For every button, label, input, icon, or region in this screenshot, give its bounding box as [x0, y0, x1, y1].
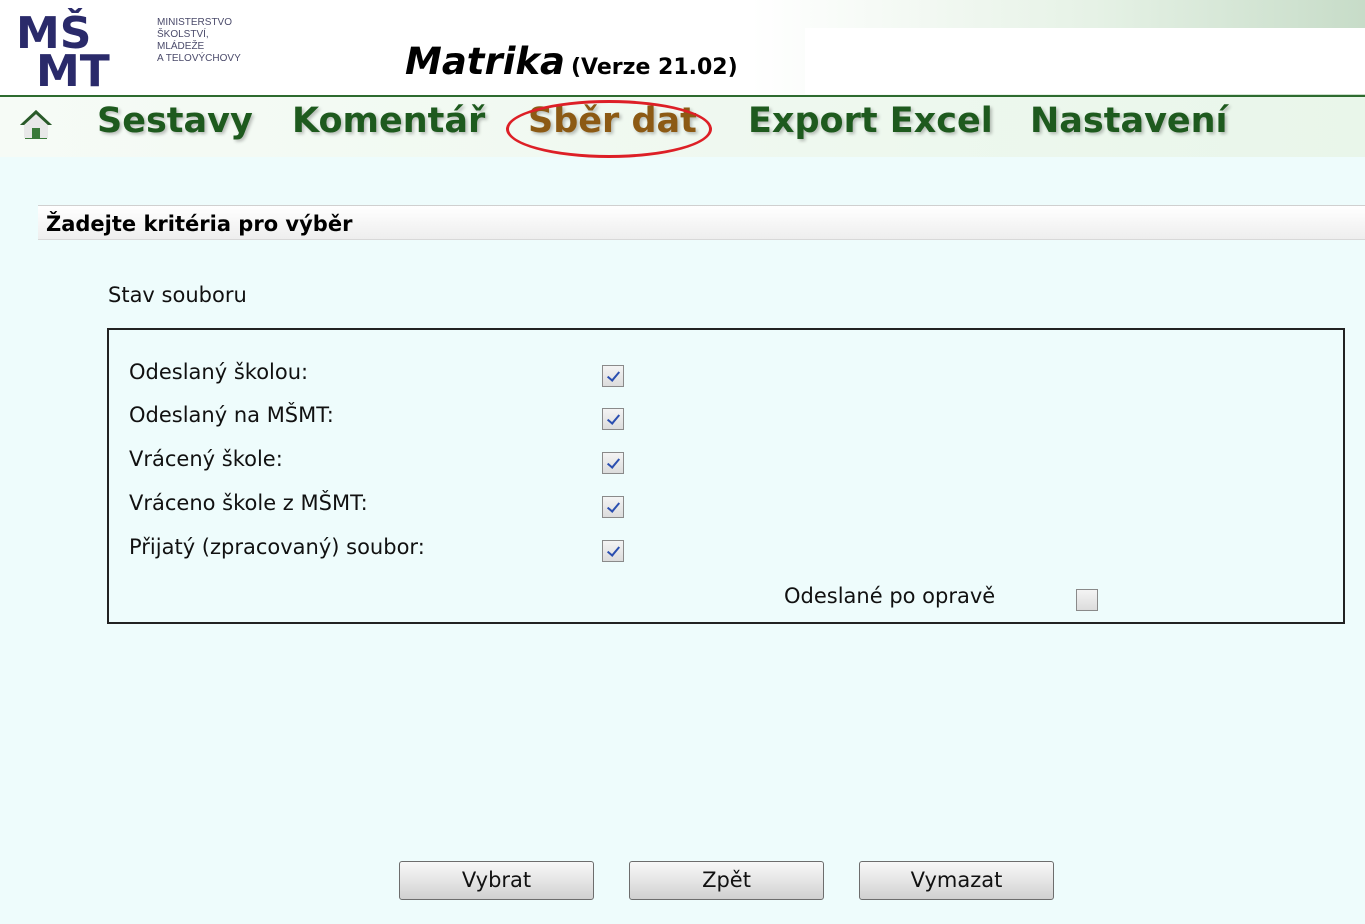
filter-label-odeslany-na-msmt: Odeslaný na MŠMT:: [129, 403, 334, 427]
checkbox-vraceno-skole-z-msmt[interactable]: [602, 496, 624, 518]
main-nav: Sestavy Komentář Sběr dat Export Excel N…: [0, 97, 1365, 157]
logo-line: MINISTERSTVO: [157, 17, 233, 28]
filter-label-vraceno-skole-z-msmt: Vráceno škole z MŠMT:: [129, 491, 368, 515]
logo-line: MLÁDEŽE: [157, 41, 205, 52]
nav-sber-dat[interactable]: Sběr dat: [528, 101, 697, 141]
filter-label-prijaty-soubor: Přijatý (zpracovaný) soubor:: [129, 535, 425, 559]
nav-sestavy[interactable]: Sestavy: [97, 101, 253, 141]
app-name: Matrika: [405, 40, 565, 83]
zpet-button[interactable]: Zpět: [629, 861, 824, 900]
filter-label-odeslane-po-oprave: Odeslané po opravě: [784, 584, 996, 608]
app-title: Matrika (Verze 21.02): [405, 40, 738, 83]
checkbox-odeslane-po-oprave[interactable]: [1076, 589, 1098, 611]
vymazat-button[interactable]: Vymazat: [859, 861, 1054, 900]
filter-label-odeslany-skolou: Odeslaný školou:: [129, 360, 309, 384]
app-version: (Verze 21.02): [570, 55, 738, 80]
nav-komentar[interactable]: Komentář: [292, 101, 485, 141]
section-header: Žadejte kritéria pro výběr: [38, 205, 1365, 240]
msmt-logo: MŠ MT: [16, 8, 110, 88]
group-label: Stav souboru: [108, 283, 247, 307]
nav-nastaveni[interactable]: Nastavení: [1030, 101, 1228, 141]
logo-letters-bottom: MT: [36, 46, 110, 88]
logo-text: MINISTERSTVO ŠKOLSTVÍ, MLÁDEŽE A TELOVÝC…: [157, 17, 241, 65]
header: MŠ MT MINISTERSTVO ŠKOLSTVÍ, MLÁDEŽE A T…: [0, 0, 1365, 97]
section-title: Žadejte kritéria pro výběr: [46, 212, 353, 236]
nav-export-excel[interactable]: Export Excel: [748, 101, 993, 141]
filter-label-vraceny-skole: Vrácený škole:: [129, 447, 283, 471]
home-icon[interactable]: [18, 107, 54, 143]
checkbox-odeslany-skolou[interactable]: [602, 365, 624, 387]
vybrat-button[interactable]: Vybrat: [399, 861, 594, 900]
checkbox-vraceny-skole[interactable]: [602, 452, 624, 474]
checkbox-odeslany-na-msmt[interactable]: [602, 408, 624, 430]
checkbox-prijaty-soubor[interactable]: [602, 540, 624, 562]
header-blank-area: [805, 28, 1365, 94]
logo-line: ŠKOLSTVÍ,: [157, 29, 209, 40]
logo-line: A TELOVÝCHOVY: [157, 53, 241, 64]
